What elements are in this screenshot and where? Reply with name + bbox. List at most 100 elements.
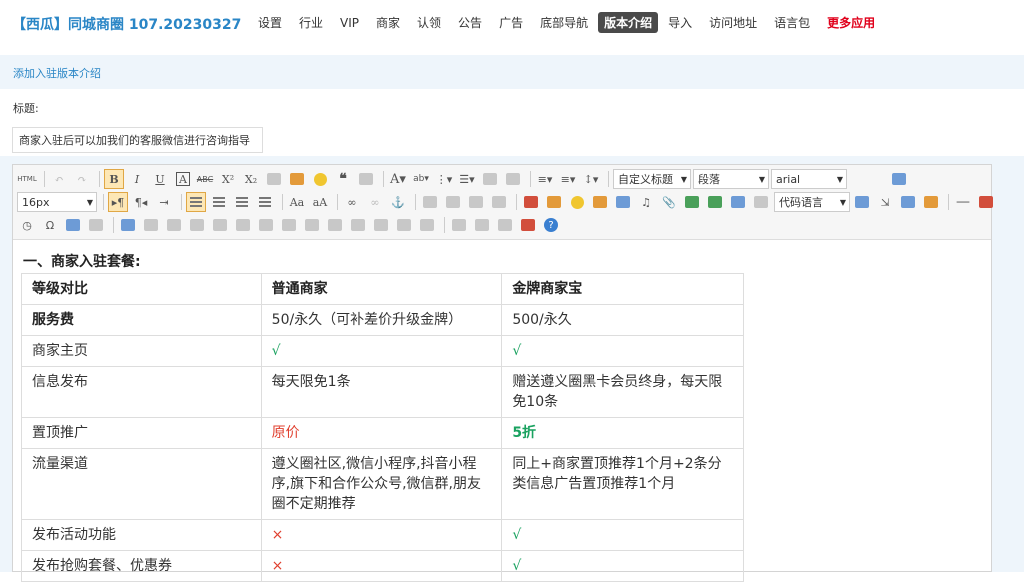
underline-icon[interactable]: U bbox=[150, 169, 170, 189]
row-spacing-top-icon[interactable]: ≡▾ bbox=[535, 169, 555, 189]
nav-item-more-apps[interactable]: 更多应用 bbox=[827, 12, 875, 33]
row-spacing-bottom-icon[interactable]: ≡▾ bbox=[558, 169, 578, 189]
unordered-list-icon[interactable]: ☰▾ bbox=[457, 169, 477, 189]
format-brush-icon[interactable] bbox=[287, 169, 307, 189]
nav-item-vip[interactable]: VIP bbox=[340, 14, 359, 32]
search-replace-icon[interactable] bbox=[86, 215, 106, 235]
html-source-icon[interactable]: HTML bbox=[17, 169, 37, 189]
emotion-icon[interactable] bbox=[567, 192, 587, 212]
anchor-icon[interactable]: ⚓ bbox=[388, 192, 408, 212]
rtl-direction-icon[interactable]: ¶◂ bbox=[131, 192, 151, 212]
nav-item-version-intro[interactable]: 版本介绍 bbox=[598, 12, 659, 33]
nav-item-claim[interactable]: 认领 bbox=[417, 12, 441, 33]
nav-item-language-pack[interactable]: 语言包 bbox=[774, 12, 810, 33]
split-rows-icon[interactable] bbox=[371, 215, 391, 235]
delete-col-icon[interactable] bbox=[256, 215, 276, 235]
webapp-icon[interactable] bbox=[852, 192, 872, 212]
image-left-icon[interactable] bbox=[443, 192, 463, 212]
auto-format-icon[interactable] bbox=[310, 169, 330, 189]
merge-cells-icon[interactable] bbox=[279, 215, 299, 235]
align-justify-icon[interactable] bbox=[255, 192, 275, 212]
date-icon[interactable] bbox=[976, 192, 996, 212]
subscript-icon[interactable]: X₂ bbox=[241, 169, 261, 189]
align-right-icon[interactable] bbox=[232, 192, 252, 212]
italic-icon[interactable]: I bbox=[127, 169, 147, 189]
align-left-icon[interactable] bbox=[186, 192, 206, 212]
image-center-icon[interactable] bbox=[489, 192, 509, 212]
link-icon[interactable]: ∞ bbox=[342, 192, 362, 212]
nav-item-import[interactable]: 导入 bbox=[668, 12, 692, 33]
paragraph-select[interactable]: 段落 ▼ bbox=[693, 169, 769, 189]
strikethrough-icon[interactable]: ABC bbox=[195, 169, 215, 189]
wordimage-icon[interactable] bbox=[63, 215, 83, 235]
font-family-select[interactable]: arial ▼ bbox=[771, 169, 847, 189]
nav-item-industry[interactable]: 行业 bbox=[299, 12, 323, 33]
blockquote-icon[interactable]: ❝ bbox=[333, 169, 353, 189]
horizontal-rule-icon[interactable]: — bbox=[953, 192, 973, 212]
background-icon[interactable] bbox=[921, 192, 941, 212]
highlight-color-icon[interactable]: ab▾ bbox=[411, 169, 431, 189]
nav-item-notice[interactable]: 公告 bbox=[458, 12, 482, 33]
insert-video-icon[interactable] bbox=[613, 192, 633, 212]
help-icon[interactable]: ? bbox=[544, 218, 558, 232]
special-chars-icon[interactable]: Ω bbox=[40, 215, 60, 235]
ordered-list-icon[interactable]: ⋮▾ bbox=[434, 169, 454, 189]
multi-image-icon[interactable] bbox=[544, 192, 564, 212]
uppercase-icon[interactable]: Aa bbox=[287, 192, 307, 212]
table-properties-icon[interactable] bbox=[417, 215, 437, 235]
insert-col-icon[interactable] bbox=[233, 215, 253, 235]
pagebreak-icon[interactable]: ⇲ bbox=[875, 192, 895, 212]
merge-down-icon[interactable] bbox=[325, 215, 345, 235]
line-height-icon[interactable]: ↕▾ bbox=[581, 169, 601, 189]
title-input[interactable] bbox=[12, 127, 263, 153]
nav-item-bottom-nav[interactable]: 底部导航 bbox=[540, 12, 588, 33]
code-language-select[interactable]: 代码语言 ▼ bbox=[774, 192, 850, 212]
nav-item-ads[interactable]: 广告 bbox=[499, 12, 523, 33]
select-all-icon[interactable] bbox=[480, 169, 500, 189]
image-none-icon[interactable] bbox=[420, 192, 440, 212]
map-icon[interactable] bbox=[682, 192, 702, 212]
preview-icon[interactable] bbox=[472, 215, 492, 235]
font-size-select[interactable]: 16px ▼ bbox=[17, 192, 97, 212]
app-brand[interactable]: 【西瓜】同城商圈 107.20230327 bbox=[12, 14, 241, 34]
indent-icon[interactable]: ⇥ bbox=[154, 192, 174, 212]
insert-row-icon[interactable] bbox=[187, 215, 207, 235]
delete-row-icon[interactable] bbox=[210, 215, 230, 235]
ltr-direction-icon[interactable]: ▸¶ bbox=[108, 192, 128, 212]
music-icon[interactable]: ♫ bbox=[636, 192, 656, 212]
insert-table-icon[interactable] bbox=[118, 215, 138, 235]
clear-document-icon[interactable] bbox=[503, 169, 523, 189]
print-icon[interactable] bbox=[449, 215, 469, 235]
eraser-icon[interactable] bbox=[264, 169, 284, 189]
attachment-icon[interactable]: 📎 bbox=[659, 192, 679, 212]
redo-icon[interactable]: ↷ bbox=[72, 169, 92, 189]
insert-paragraph-before-table-icon[interactable] bbox=[164, 215, 184, 235]
search-icon[interactable] bbox=[495, 215, 515, 235]
insert-code-icon[interactable] bbox=[751, 192, 771, 212]
split-cells-icon[interactable] bbox=[348, 215, 368, 235]
scrawl-icon[interactable] bbox=[590, 192, 610, 212]
font-border-icon[interactable]: A bbox=[176, 172, 190, 186]
merge-right-icon[interactable] bbox=[302, 215, 322, 235]
drafts-icon[interactable] bbox=[518, 215, 538, 235]
align-center-icon[interactable] bbox=[209, 192, 229, 212]
insert-frame-icon[interactable] bbox=[728, 192, 748, 212]
superscript-icon[interactable]: X² bbox=[218, 169, 238, 189]
fullscreen-icon[interactable] bbox=[889, 169, 909, 189]
template-icon[interactable] bbox=[898, 192, 918, 212]
nav-item-settings[interactable]: 设置 bbox=[258, 12, 282, 33]
bold-icon[interactable]: B bbox=[104, 169, 124, 189]
nav-item-merchant[interactable]: 商家 bbox=[376, 12, 400, 33]
undo-icon[interactable]: ↶ bbox=[49, 169, 69, 189]
lowercase-icon[interactable]: aA bbox=[310, 192, 330, 212]
insert-image-icon[interactable] bbox=[521, 192, 541, 212]
delete-table-icon[interactable] bbox=[141, 215, 161, 235]
unlink-icon[interactable]: ∞ bbox=[365, 192, 385, 212]
image-right-icon[interactable] bbox=[466, 192, 486, 212]
split-cols-icon[interactable] bbox=[394, 215, 414, 235]
paste-plain-icon[interactable] bbox=[356, 169, 376, 189]
time-icon[interactable]: ◷ bbox=[17, 215, 37, 235]
font-color-icon[interactable]: A▾ bbox=[388, 169, 408, 189]
custom-title-select[interactable]: 自定义标题 ▼ bbox=[613, 169, 691, 189]
gmap-icon[interactable] bbox=[705, 192, 725, 212]
